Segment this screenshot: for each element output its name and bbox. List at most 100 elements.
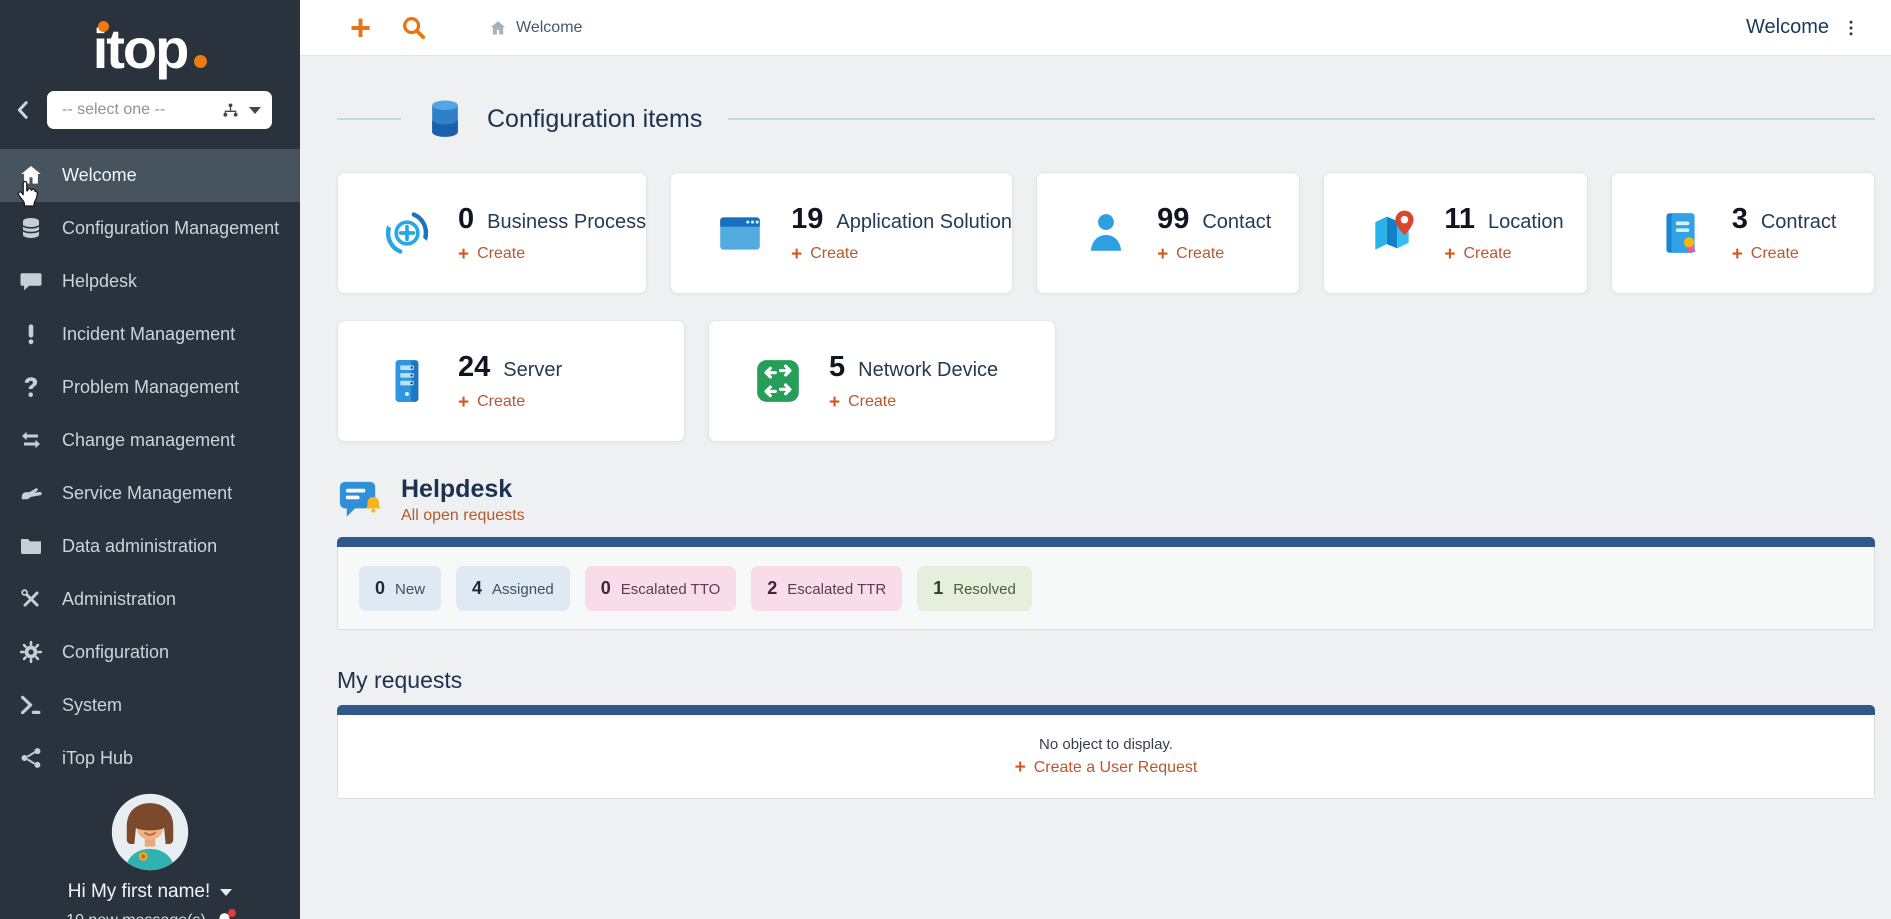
create-user-request-link[interactable]: + Create a User Request (1015, 758, 1198, 777)
application-solution-icon (715, 208, 765, 258)
card-count: 0 (458, 203, 474, 236)
create-link[interactable]: + Create (1732, 245, 1837, 264)
plus-icon: + (458, 245, 469, 264)
create-link[interactable]: + Create (791, 245, 1012, 264)
badge-label: New (395, 581, 425, 598)
plus-icon: + (1732, 245, 1743, 264)
badge-count: 0 (601, 578, 611, 599)
content: Configuration items 0 Business Process +… (300, 56, 1891, 919)
card-contact[interactable]: 99 Contact + Create (1036, 172, 1300, 294)
sidebar-item-data-administration[interactable]: Data administration (0, 520, 300, 573)
card-label: Contact (1202, 211, 1271, 234)
chat-icon (0, 269, 62, 294)
status-badge-assigned[interactable]: 4 Assigned (456, 566, 570, 611)
card-label: Application Solution (836, 211, 1012, 234)
all-open-requests-link[interactable]: All open requests (401, 507, 525, 525)
create-link[interactable]: + Create (829, 393, 998, 412)
card-server[interactable]: 24 Server + Create (337, 320, 685, 442)
collapse-sidebar-icon[interactable] (12, 99, 34, 121)
sidebar-item-administration[interactable]: Administration (0, 573, 300, 626)
kebab-menu-icon[interactable] (1841, 17, 1861, 39)
create-label: Create (810, 245, 858, 263)
create-link[interactable]: + Create (1157, 245, 1271, 264)
sidebar-item-incident-management[interactable]: Incident Management (0, 308, 300, 361)
card-contract[interactable]: 3 Contract + Create (1611, 172, 1875, 294)
contact-icon (1081, 208, 1131, 258)
sidebar-item-label: System (62, 695, 122, 716)
breadcrumb-label: Welcome (516, 19, 582, 37)
my-requests-panel-body: No object to display. + Create a User Re… (337, 715, 1875, 799)
card-application-solution[interactable]: 19 Application Solution + Create (670, 172, 1013, 294)
location-icon (1368, 208, 1418, 258)
empty-state-text: No object to display. (1039, 736, 1173, 753)
sidebar-item-system[interactable]: System (0, 679, 300, 732)
user-menu[interactable]: Hi My first name! (68, 881, 233, 903)
contract-icon (1656, 208, 1706, 258)
organization-select[interactable]: -- select one -- (47, 91, 272, 129)
hierarchy-icon[interactable] (221, 101, 240, 120)
badge-count: 0 (375, 578, 385, 599)
create-link[interactable]: + Create (1444, 245, 1563, 264)
app-logo: itop (93, 16, 208, 81)
logo-text: itop (93, 17, 188, 80)
create-label: Create (848, 393, 896, 411)
create-label: Create (1463, 245, 1511, 263)
business-process-icon (382, 208, 432, 258)
sidebar-item-problem-management[interactable]: Problem Management (0, 361, 300, 414)
exclamation-icon (0, 322, 62, 347)
create-label: Create (477, 245, 525, 263)
search-icon[interactable] (401, 15, 427, 41)
status-badge-resolved[interactable]: 1 Resolved (917, 566, 1032, 611)
plus-icon: + (458, 393, 469, 412)
sidebar-item-welcome[interactable]: Welcome (0, 149, 300, 202)
sidebar-item-label: Change management (62, 430, 235, 451)
section-title: Configuration items (487, 105, 702, 134)
create-link[interactable]: + Create (458, 393, 562, 412)
sidebar-item-label: Configuration (62, 642, 169, 663)
sidebar-item-helpdesk[interactable]: Helpdesk (0, 255, 300, 308)
helpdesk-panel-body: 0 New 4 Assigned 0 Escalated TTO 2 Escal… (337, 547, 1875, 630)
messages-count: 10 new message(s) (66, 912, 206, 919)
question-icon (0, 375, 62, 400)
service-hand-icon (0, 481, 62, 506)
sidebar-item-configuration[interactable]: Configuration (0, 626, 300, 679)
card-count: 5 (829, 351, 845, 384)
avatar[interactable] (111, 793, 189, 871)
create-link[interactable]: + Create (458, 245, 646, 264)
card-business-process[interactable]: 0 Business Process + Create (337, 172, 647, 294)
chevron-down-icon (249, 107, 261, 114)
sidebar-item-itop-hub[interactable]: iTop Hub (0, 732, 300, 785)
sidebar-item-label: Data administration (62, 536, 217, 557)
helpdesk-panel: 0 New 4 Assigned 0 Escalated TTO 2 Escal… (337, 537, 1875, 630)
card-location[interactable]: 11 Location + Create (1323, 172, 1587, 294)
badge-count: 2 (767, 578, 777, 599)
create-label: Create (477, 393, 525, 411)
sidebar-item-label: Incident Management (62, 324, 235, 345)
user-greeting: Hi My first name! (68, 881, 211, 903)
status-badge-escalated-tto[interactable]: 0 Escalated TTO (585, 566, 737, 611)
card-count: 3 (1732, 203, 1748, 236)
share-icon (0, 746, 62, 771)
database-icon (423, 96, 467, 142)
card-network-device[interactable]: 5 Network Device + Create (708, 320, 1056, 442)
plus-icon: + (829, 393, 840, 412)
sidebar-item-label: Service Management (62, 483, 232, 504)
config-items-row-2: 24 Server + Create 5 Network Device (337, 320, 1875, 442)
main-column: + Welcome Welcome Configuration items 0 (300, 0, 1891, 919)
sidebar-item-label: Helpdesk (62, 271, 137, 292)
sidebar-item-change-management[interactable]: Change management (0, 414, 300, 467)
quick-create-button[interactable]: + (350, 6, 371, 50)
status-badge-new[interactable]: 0 New (359, 566, 441, 611)
notifications-link[interactable]: 10 new message(s) (66, 911, 234, 919)
badge-count: 4 (472, 578, 482, 599)
status-badge-escalated-ttr[interactable]: 2 Escalated TTR (751, 566, 902, 611)
sidebar-item-service-management[interactable]: Service Management (0, 467, 300, 520)
card-count: 19 (791, 203, 823, 236)
terminal-icon (0, 693, 62, 718)
badge-count: 1 (933, 578, 943, 599)
plus-icon: + (1015, 758, 1026, 777)
plus-icon: + (1157, 245, 1168, 264)
helpdesk-title: Helpdesk (401, 476, 525, 502)
breadcrumb[interactable]: Welcome (489, 19, 582, 37)
sidebar-item-configuration-management[interactable]: Configuration Management (0, 202, 300, 255)
